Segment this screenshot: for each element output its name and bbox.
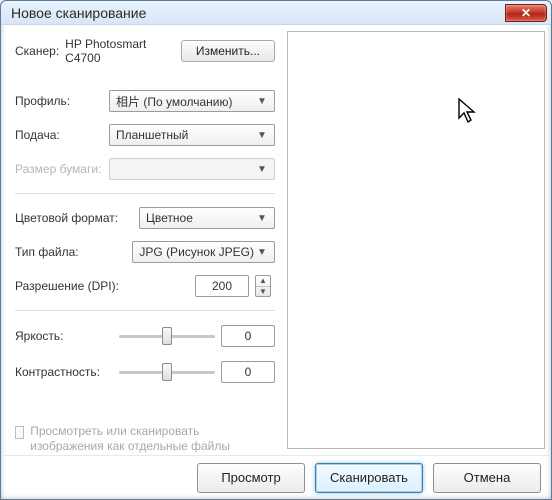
contrast-slider[interactable] — [119, 361, 215, 383]
profile-label: Профиль: — [15, 94, 103, 108]
cancel-button[interactable]: Отмена — [433, 463, 541, 493]
color-label: Цветовой формат: — [15, 211, 133, 225]
brightness-slider[interactable] — [119, 325, 215, 347]
contrast-label: Контрастность: — [15, 365, 113, 379]
chevron-down-icon: ▼ — [254, 164, 270, 175]
chevron-down-icon: ▼ — [254, 213, 270, 224]
filetype-select[interactable]: JPG (Рисунок JPEG) ▼ — [132, 241, 275, 263]
scanner-label: Сканер: — [15, 44, 59, 58]
slider-thumb[interactable] — [162, 363, 172, 381]
profile-select[interactable]: 相片 (По умолчанию) ▼ — [109, 90, 275, 112]
cursor-icon — [458, 98, 478, 126]
brightness-value[interactable]: 0 — [221, 325, 275, 347]
profile-value: 相片 (По умолчанию) — [116, 93, 254, 110]
preview-area[interactable] — [287, 31, 545, 449]
separator — [15, 310, 275, 311]
filetype-label: Тип файла: — [15, 245, 126, 259]
source-select[interactable]: Планшетный ▼ — [109, 124, 275, 146]
close-icon: ✕ — [521, 6, 531, 20]
chevron-down-icon: ▼ — [254, 247, 270, 258]
spinner-up-icon[interactable]: ▲ — [256, 276, 270, 287]
close-button[interactable]: ✕ — [505, 4, 547, 22]
color-value: Цветное — [146, 211, 254, 225]
color-format-select[interactable]: Цветное ▼ — [139, 207, 275, 229]
separate-files-checkbox — [15, 426, 24, 439]
dpi-input[interactable]: 200 — [195, 275, 249, 297]
scan-button[interactable]: Сканировать — [315, 463, 423, 493]
dpi-label: Разрешение (DPI): — [15, 279, 133, 293]
chevron-down-icon: ▼ — [254, 96, 270, 107]
filetype-value: JPG (Рисунок JPEG) — [139, 245, 254, 259]
source-label: Подача: — [15, 128, 103, 142]
source-value: Планшетный — [116, 128, 254, 142]
scanner-value: HP Photosmart C4700 — [65, 37, 169, 65]
preview-button[interactable]: Просмотр — [197, 463, 305, 493]
dialog-window: Новое сканирование ✕ Сканер: HP Photosma… — [0, 0, 552, 500]
brightness-label: Яркость: — [15, 329, 113, 343]
paper-size-select: ▼ — [109, 158, 275, 180]
spinner-down-icon[interactable]: ▼ — [256, 287, 270, 297]
chevron-down-icon: ▼ — [254, 130, 270, 141]
button-bar: Просмотр Сканировать Отмена — [1, 455, 551, 499]
contrast-value[interactable]: 0 — [221, 361, 275, 383]
titlebar[interactable]: Новое сканирование ✕ — [1, 1, 551, 25]
slider-thumb[interactable] — [162, 327, 172, 345]
separator — [15, 193, 275, 194]
change-scanner-button[interactable]: Изменить... — [181, 40, 275, 62]
paper-label: Размер бумаги: — [15, 162, 103, 176]
dpi-spinner[interactable]: ▲ ▼ — [255, 275, 271, 297]
settings-pane: Сканер: HP Photosmart C4700 Изменить... … — [7, 31, 279, 455]
separate-files-label: Просмотреть или сканировать изображения … — [30, 424, 275, 455]
window-title: Новое сканирование — [11, 5, 505, 21]
